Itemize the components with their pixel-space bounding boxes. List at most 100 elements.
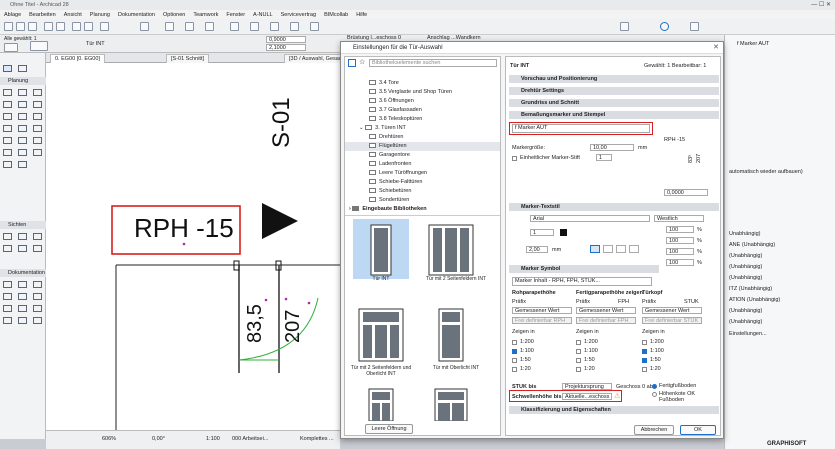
spacing-input[interactable]: 100 (666, 237, 694, 244)
fph-scale-checkbox[interactable] (576, 340, 581, 345)
zoom-out-icon[interactable] (84, 22, 93, 31)
palette-header-dokumentation[interactable]: Dokumentation (0, 269, 46, 277)
arc-tool-icon[interactable] (3, 305, 12, 312)
thumb-door-2-sidepanels-transom[interactable] (355, 307, 407, 363)
beam-tool-icon[interactable] (33, 89, 42, 96)
section-klassifizierung[interactable]: Klassifizierung und Eigenschaften (509, 406, 719, 414)
slant-input[interactable]: 100 (666, 259, 694, 266)
tree-item[interactable]: 3.6 Öffnungen (369, 97, 519, 106)
zone-tool-icon[interactable] (18, 137, 27, 144)
render-icon[interactable] (620, 22, 629, 31)
marquee-tool-icon[interactable] (18, 65, 27, 72)
grid-icon[interactable] (205, 22, 214, 31)
menu-hilfe[interactable]: Hilfe (356, 12, 367, 18)
cancel-button[interactable]: Abbrechen (634, 425, 674, 435)
slab-tool-icon[interactable] (3, 101, 12, 108)
column-tool-icon[interactable] (18, 89, 27, 96)
rph-scale-checkbox[interactable] (512, 340, 517, 345)
lamp-tool-icon[interactable] (3, 149, 12, 156)
thumb-door-extra-2[interactable] (425, 387, 477, 421)
undo-icon[interactable] (44, 22, 53, 31)
stair-tool-icon[interactable] (33, 113, 42, 120)
railing-tool-icon[interactable] (3, 125, 12, 132)
einstellungen-link[interactable]: Einstellungen... (729, 331, 767, 337)
rph-scale-checkbox[interactable] (512, 358, 517, 363)
dimension-label-parapet[interactable]: 83,5 (244, 304, 267, 343)
rph-scale-checkbox[interactable] (512, 367, 517, 372)
stuk-scale-checkbox[interactable] (642, 367, 647, 372)
dimension-tool-icon[interactable] (3, 281, 12, 288)
object-tool-icon[interactable] (3, 137, 12, 144)
settings-icon[interactable] (230, 22, 239, 31)
zoom-level[interactable]: 606% (102, 436, 116, 442)
door-icon[interactable] (30, 41, 48, 51)
wall-tool-icon[interactable] (3, 89, 12, 96)
save-icon[interactable] (28, 22, 37, 31)
level-dimension-icon[interactable] (18, 281, 27, 288)
rph-value-select[interactable]: Gemessener Wert (512, 307, 572, 314)
tree-item-selected[interactable]: Flügeltüren (345, 142, 500, 151)
preview-coordinate[interactable]: 0,0000 (664, 189, 708, 196)
fph-scale-checkbox[interactable] (576, 349, 581, 354)
menu-teamwork[interactable]: Teamwork (193, 12, 218, 18)
tree-item[interactable]: 3.4 Tore (369, 79, 519, 88)
detail-tool-icon[interactable] (18, 245, 27, 252)
fph-scale-checkbox[interactable] (576, 367, 581, 372)
figure-tool-icon[interactable] (18, 317, 27, 324)
tree-item[interactable]: Drehtüren (369, 133, 519, 142)
section-marker-symbol[interactable]: Marker Symbol (509, 265, 659, 273)
uniform-pen-checkbox[interactable] (512, 156, 517, 161)
3d-icon[interactable] (290, 22, 299, 31)
menu-a-null[interactable]: A-NULL (253, 12, 273, 18)
fill-tool-icon[interactable] (18, 293, 27, 300)
pan-icon[interactable] (100, 22, 109, 31)
font-select[interactable]: Arial (530, 215, 650, 222)
section-tool-icon[interactable] (3, 233, 12, 240)
arrow-selection-icon[interactable] (4, 43, 18, 52)
section-grundriss[interactable]: Grundriss und Schnitt (509, 99, 719, 107)
text-pen-input[interactable]: 1 (530, 229, 554, 236)
script-select[interactable]: Westlich (654, 215, 704, 222)
wall-end-icon[interactable] (18, 161, 27, 168)
justify-icon[interactable] (629, 245, 639, 253)
tree-item[interactable]: Ladenfronten (369, 160, 519, 169)
marker-pen-input[interactable]: 1 (596, 154, 612, 161)
marker-text[interactable]: RPH -15 (134, 213, 234, 244)
palette-header-planung[interactable]: Planung (0, 77, 46, 85)
guide-icon[interactable] (185, 22, 194, 31)
hotspot-tool-icon[interactable] (3, 317, 12, 324)
library-search-input[interactable]: Bibliothekselemente suchen (369, 59, 497, 67)
polyline-tool-icon[interactable] (18, 305, 27, 312)
pen-color-swatch[interactable] (560, 229, 567, 236)
menu-servicevertrag[interactable]: Servicevertrag (281, 12, 316, 18)
open-icon[interactable] (16, 22, 25, 31)
section-drehtuer[interactable]: Drehtür Settings (509, 87, 719, 95)
text-size-input[interactable]: 2,00 (526, 246, 548, 253)
stuk-scale-checkbox[interactable] (642, 358, 647, 363)
radio-hoehenkote[interactable] (652, 392, 657, 397)
model-view-option[interactable]: Komplettes ... (300, 436, 334, 442)
radio-fertigfussboden[interactable] (652, 384, 657, 389)
menu-dokumentation[interactable]: Dokumentation (118, 12, 155, 18)
camera-tool-icon[interactable] (33, 245, 42, 252)
zoom-in-icon[interactable] (72, 22, 81, 31)
stuk-scale-checkbox[interactable] (642, 349, 647, 354)
tree-item[interactable]: Sondertüren (369, 196, 519, 205)
width-factor-input[interactable]: 100 (666, 226, 694, 233)
curtain-wall-tool-icon[interactable] (18, 125, 27, 132)
tree-item[interactable]: Schiebetüren (369, 187, 519, 196)
marker-size-input[interactable]: 10,00 (590, 144, 634, 151)
height-field[interactable]: 2,1000 (266, 44, 306, 51)
clear-opening-button[interactable]: Leere Öffnung (365, 424, 413, 434)
align-left-icon[interactable] (590, 245, 600, 253)
interior-elevation-icon[interactable] (33, 233, 42, 240)
menu-bearbeiten[interactable]: Bearbeiten (29, 12, 56, 18)
tab-floor-plan[interactable]: 0. EG00 [0. EG00] (50, 54, 105, 63)
folder-view-icon[interactable] (348, 59, 356, 67)
arrow-tool-icon[interactable] (165, 22, 174, 31)
tab-section[interactable]: [S-01 Schnitt] (166, 54, 210, 63)
roof-tool-icon[interactable] (18, 101, 27, 108)
tree-item-builtin[interactable]: › Eingebaute Bibliotheken (349, 205, 499, 214)
section-bemassungsmarker[interactable]: Bemaßungsmarker und Stempel (509, 111, 719, 119)
corner-window-icon[interactable] (3, 161, 12, 168)
